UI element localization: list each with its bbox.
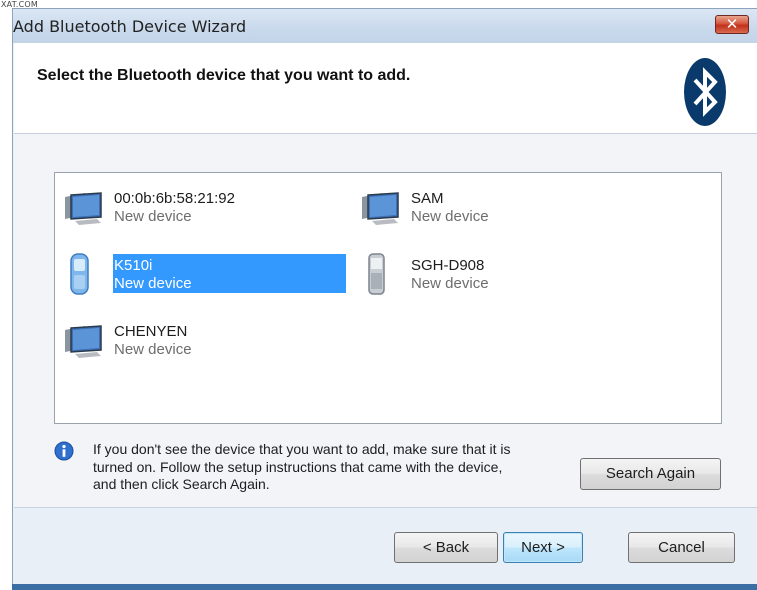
wizard-header: Select the Bluetooth device that you wan… <box>14 43 757 134</box>
device-name: SAM <box>411 190 444 207</box>
close-button[interactable]: ✕ <box>715 15 749 34</box>
window-bottom-border <box>12 584 757 590</box>
mobile-phone-icon <box>70 253 89 295</box>
device-item-3[interactable]: SGH-D908 New device <box>358 252 653 295</box>
computer-icon <box>65 325 102 358</box>
next-button[interactable]: Next > <box>503 532 583 563</box>
window-title: Add Bluetooth Device Wizard <box>13 17 247 36</box>
device-status: New device <box>114 341 192 358</box>
computer-icon <box>362 192 399 225</box>
device-status: New device <box>114 208 192 225</box>
device-name: SGH-D908 <box>411 257 485 274</box>
device-item-0[interactable]: 00:0b:6b:58:21:92 New device <box>61 185 356 227</box>
wizard-window: Add Bluetooth Device Wizard ✕ Select the… <box>12 8 757 590</box>
device-name: CHENYEN <box>114 323 188 340</box>
info-line: and then click Search Again. <box>93 476 270 492</box>
info-message: If you don't see the device that you wan… <box>93 441 583 494</box>
title-bar[interactable]: Add Bluetooth Device Wizard ✕ <box>13 9 757 43</box>
info-line: If you don't see the device that you wan… <box>93 441 511 457</box>
device-status: New device <box>411 275 489 292</box>
device-name: 00:0b:6b:58:21:92 <box>114 190 235 207</box>
info-icon <box>54 441 74 461</box>
device-status: New device <box>114 275 192 292</box>
device-item-4[interactable]: CHENYEN New device <box>61 318 356 360</box>
close-icon: ✕ <box>725 15 739 33</box>
device-name: K510i <box>114 257 153 274</box>
computer-icon <box>65 192 102 225</box>
device-item-2[interactable]: K510i New device <box>61 252 356 295</box>
device-item-1[interactable]: SAM New device <box>358 185 653 227</box>
cancel-button[interactable]: Cancel <box>628 532 735 563</box>
device-status: New device <box>411 208 489 225</box>
button-divider <box>14 507 757 508</box>
info-line: turned on. Follow the setup instructions… <box>93 458 503 475</box>
back-button[interactable]: < Back <box>394 532 498 563</box>
search-again-button[interactable]: Search Again <box>580 458 721 490</box>
bluetooth-icon <box>684 58 726 126</box>
page-title: Select the Bluetooth device that you wan… <box>37 67 411 84</box>
device-list[interactable]: 00:0b:6b:58:21:92 New device SAM New dev… <box>54 172 722 424</box>
mobile-phone-icon <box>368 253 385 295</box>
wizard-body: 00:0b:6b:58:21:92 New device SAM New dev… <box>14 134 757 507</box>
